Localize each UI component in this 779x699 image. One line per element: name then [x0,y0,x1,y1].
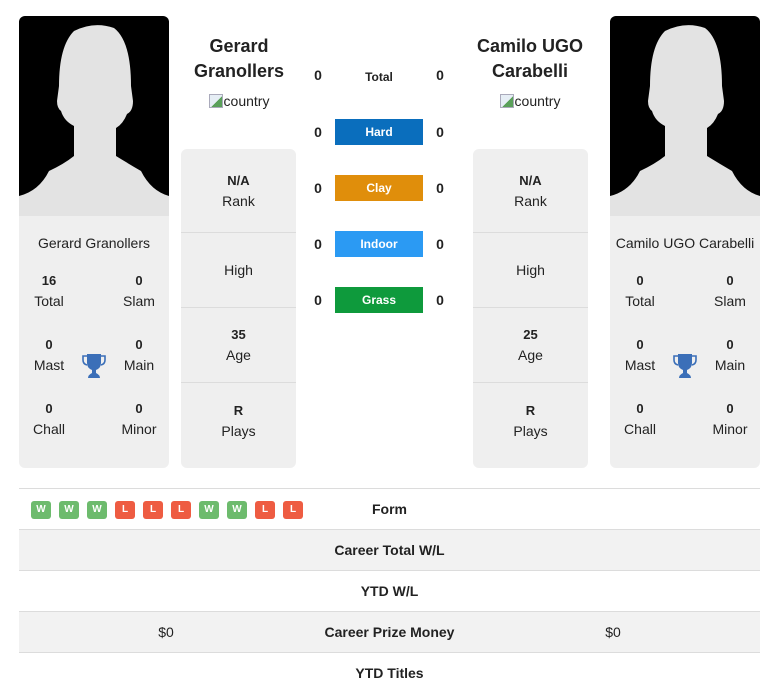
table-row: YTD Titles [19,653,760,694]
broken-image-icon [208,94,223,108]
broken-image-icon [499,94,514,108]
player1-card: Gerard Granollers 16 Total 0 Slam 0 Mast 0M… [19,16,169,468]
h2h-clay-row: 0 Clay 0 [300,175,460,201]
titles-main: 0 Main [714,337,746,373]
form-win-badge[interactable]: W [87,501,107,519]
h2h-grass-row: 0 Grass 0 [300,287,460,313]
player2-plays: R Plays [513,402,548,439]
surface-indoor-badge[interactable]: Indoor [335,231,423,257]
titles-chall: 0 Chall [33,401,65,437]
h2h-total-label: Total [365,70,393,84]
row-p2-value: $0 [605,624,621,640]
form-loss-badge[interactable]: L [255,501,275,519]
titles-minor: 0 Minor [121,401,157,437]
h2h-hard-p2: 0 [436,124,444,140]
titles-chall: 0 Chall [624,401,656,437]
h2h-indoor-row: 0 Indoor 0 [300,231,460,257]
player2-card-name: Camilo UGO Carabelli [615,235,755,251]
trophy-icon [673,353,697,379]
form-loss-badge[interactable]: L [143,501,163,519]
h2h-grass-p1: 0 [314,292,322,308]
form-label: Form [372,501,407,517]
form-win-badge[interactable]: W [199,501,219,519]
player1-high: High [181,233,296,308]
player2-rank: N/A Rank [473,149,588,233]
player2-photo [610,16,760,216]
h2h-grass-p2: 0 [436,292,444,308]
surface-grass-badge[interactable]: Grass [335,287,423,313]
h2h-clay-p2: 0 [436,180,444,196]
player2-titles: 0 Total 0 Slam 0 Mast 0 Main 0 Chall 0 Minor [610,271,760,468]
form-win-badge[interactable]: W [227,501,247,519]
h2h-clay-p1: 0 [314,180,322,196]
form-loss-badge[interactable]: L [115,501,135,519]
h2h-indoor-p1: 0 [314,236,322,252]
player2-age: 25 Age [473,308,588,383]
player2-name[interactable]: Camilo UGO Carabelli [450,34,610,84]
titles-mast: 0 Mast [624,337,656,373]
player1-info: N/A Rank High 35 Age R Plays [181,149,296,468]
player1-titles: 16 Total 0 Slam 0 Mast 0 Main 0 Chall 0 Minor [19,271,169,468]
surface-clay-badge[interactable]: Clay [335,175,423,201]
silhouette-icon [610,25,760,216]
form-win-badge[interactable]: W [31,501,51,519]
titles-total: 0 Total [625,273,655,309]
table-row: $0 Career Prize Money $0 [19,612,760,653]
player2-info: N/A Rank High 25 Age R Plays [473,149,588,468]
h2h-indoor-p2: 0 [436,236,444,252]
player2-high: High [473,233,588,308]
form-win-badge[interactable]: W [59,501,79,519]
surface-hard-badge[interactable]: Hard [335,119,423,145]
row-label: YTD Titles [355,665,424,681]
form-badges: WWWLLLWWLL [31,501,303,519]
titles-slam: 0 Slam [123,273,155,309]
row-label: Career Total W/L [334,542,445,558]
player1-rank: N/A Rank [181,149,296,233]
table-row: YTD W/L [19,571,760,612]
titles-main: 0 Main [123,337,155,373]
player2-country-flag: country [450,93,610,109]
player1-name[interactable]: Gerard Granollers [159,34,319,84]
player1-card-name: Gerard Granollers [37,235,151,251]
player1-age: 35 Age [181,308,296,383]
titles-total: 16 Total [34,273,64,309]
titles-mast: 0 Mast [33,337,65,373]
form-loss-badge[interactable]: L [171,501,191,519]
row-label: YTD W/L [360,583,419,599]
row-label: Career Prize Money [324,624,455,640]
h2h-hard-row: 0 Hard 0 [300,119,460,145]
h2h-total-p1: 0 [314,67,322,83]
player1-photo [19,16,169,216]
player1-country-flag: country [159,93,319,109]
h2h-total-row: 0 Total 0 [300,62,460,88]
h2h-hard-p1: 0 [314,124,322,140]
form-row: WWWLLLWWLL Form [19,489,760,530]
row-p1-value: $0 [158,624,174,640]
trophy-icon [82,353,106,379]
player2-card: Camilo UGO Carabelli 0 Total 0 Slam 0 Mast … [610,16,760,468]
titles-slam: 0 Slam [714,273,746,309]
player1-plays: R Plays [221,402,256,439]
table-row: Career Total W/L [19,530,760,571]
silhouette-icon [19,25,169,216]
titles-minor: 0 Minor [712,401,748,437]
comparison-table: WWWLLLWWLL Form Career Total W/L YTD W/L… [19,488,760,694]
